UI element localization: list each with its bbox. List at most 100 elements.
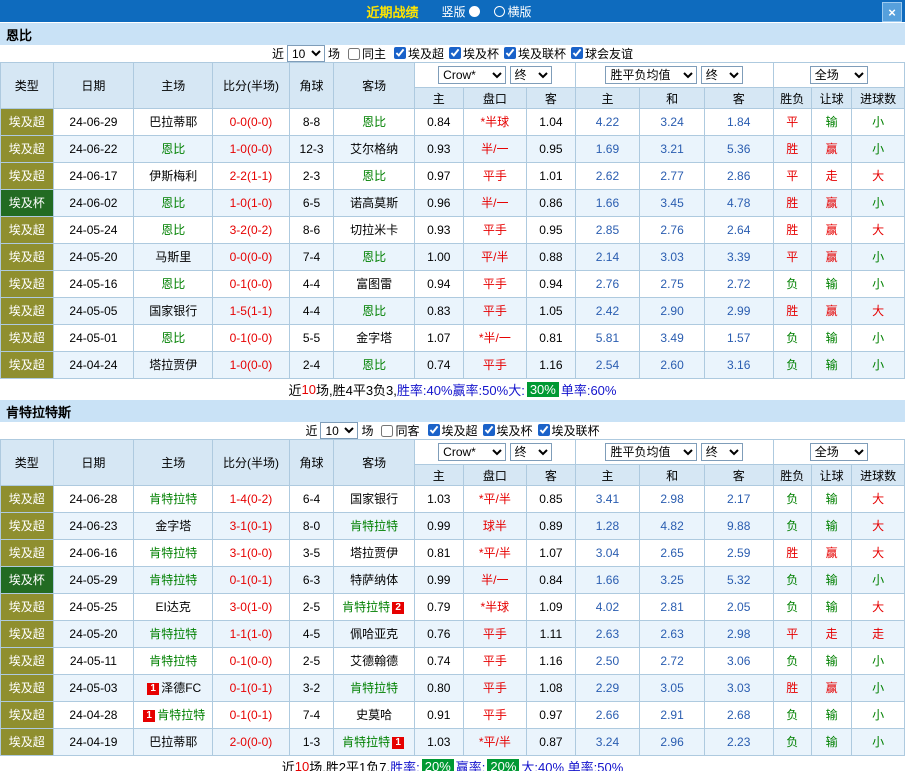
away-team-cell[interactable]: 肯特拉特 xyxy=(334,675,415,702)
league-checkbox[interactable] xyxy=(538,424,550,436)
europe-odds-select[interactable]: 胜平负均值 xyxy=(605,66,697,84)
result-handicap: 赢 xyxy=(811,540,851,567)
home-team-cell[interactable]: 肯特拉特 xyxy=(134,567,213,594)
league-filter[interactable]: 埃及联杯 xyxy=(533,422,600,439)
away-team-cell[interactable]: 恩比 xyxy=(334,109,415,136)
asia-time-select[interactable]: 终 xyxy=(510,443,552,461)
match-row: 埃及超24-06-29巴拉蒂耶0-0(0-0)8-8恩比0.84*半球1.044… xyxy=(1,109,905,136)
result-wdl: 负 xyxy=(773,702,811,729)
recent-count-select[interactable]: 10 xyxy=(287,45,325,62)
scope-select[interactable]: 全场 xyxy=(810,66,868,84)
date-cell: 24-04-24 xyxy=(53,352,134,379)
league-filter[interactable]: 埃及杯 xyxy=(478,422,533,439)
away-team-name: 恩比 xyxy=(362,115,386,129)
away-team-cell[interactable]: 恩比 xyxy=(334,352,415,379)
away-team-cell[interactable]: 切拉米卡 xyxy=(334,217,415,244)
home-team-cell[interactable]: 恩比 xyxy=(134,217,213,244)
away-team-cell[interactable]: 肯特拉特1 xyxy=(334,729,415,756)
asia-away-odds: 0.86 xyxy=(527,190,575,217)
league-checkbox[interactable] xyxy=(571,47,583,59)
match-row: 埃及超24-05-031泽德FC0-1(0-1)3-2肯特拉特0.80平手1.0… xyxy=(1,675,905,702)
away-team-cell[interactable]: 金字塔 xyxy=(334,325,415,352)
home-team-cell[interactable]: 巴拉蒂耶 xyxy=(134,729,213,756)
away-team-cell[interactable]: 国家银行 xyxy=(334,486,415,513)
home-team-cell[interactable]: 国家银行 xyxy=(134,298,213,325)
same-venue-checkbox[interactable] xyxy=(381,425,393,437)
home-team-cell[interactable]: EI达克 xyxy=(134,594,213,621)
league-checkbox[interactable] xyxy=(483,424,495,436)
home-team-cell[interactable]: 伊斯梅利 xyxy=(134,163,213,190)
col-date: 日期 xyxy=(53,440,134,486)
away-team-cell[interactable]: 诺高莫斯 xyxy=(334,190,415,217)
match-row: 埃及超24-05-05国家银行1-5(1-1)4-4恩比0.83平手1.052.… xyxy=(1,298,905,325)
result-goals: 大 xyxy=(852,594,905,621)
layout-option-horizontal[interactable]: 横版 xyxy=(494,3,532,20)
league-filter[interactable]: 球会友谊 xyxy=(566,45,633,62)
layout-option-vertical[interactable]: 竖版 xyxy=(441,3,479,20)
home-team-cell[interactable]: 恩比 xyxy=(134,271,213,298)
home-team-cell[interactable]: 恩比 xyxy=(134,136,213,163)
recent-count-select[interactable]: 10 xyxy=(320,422,358,439)
away-team-cell[interactable]: 佩哈亚克 xyxy=(334,621,415,648)
col-europe-draw: 和 xyxy=(640,465,705,486)
scope-select[interactable]: 全场 xyxy=(810,443,868,461)
home-team-name: 肯特拉特 xyxy=(149,546,197,560)
result-goals: 大 xyxy=(852,513,905,540)
away-team-cell[interactable]: 恩比 xyxy=(334,298,415,325)
result-handicap: 输 xyxy=(811,513,851,540)
home-team-cell[interactable]: 1泽德FC xyxy=(134,675,213,702)
away-team-cell[interactable]: 恩比 xyxy=(334,244,415,271)
europe-home-odds: 1.66 xyxy=(575,190,640,217)
home-team-cell[interactable]: 1肯特拉特 xyxy=(134,702,213,729)
score-cell: 0-1(0-0) xyxy=(213,271,290,298)
summary-part: 胜率:40% xyxy=(397,380,453,399)
home-team-cell[interactable]: 肯特拉特 xyxy=(134,486,213,513)
league-checkbox[interactable] xyxy=(449,47,461,59)
away-team-cell[interactable]: 肯特拉特 xyxy=(334,513,415,540)
league-filter[interactable]: 埃及杯 xyxy=(444,45,499,62)
home-team-cell[interactable]: 肯特拉特 xyxy=(134,648,213,675)
scope-controls: 全场 xyxy=(773,440,904,465)
same-venue-checkbox[interactable] xyxy=(348,48,360,60)
match-row: 埃及超24-06-17伊斯梅利2-2(1-1)2-3恩比0.97平手1.012.… xyxy=(1,163,905,190)
league-checkbox[interactable] xyxy=(394,47,406,59)
away-team-cell[interactable]: 艾德翰德 xyxy=(334,648,415,675)
home-team-cell[interactable]: 马斯里 xyxy=(134,244,213,271)
home-team-cell[interactable]: 肯特拉特 xyxy=(134,540,213,567)
away-team-cell[interactable]: 艾尔格纳 xyxy=(334,136,415,163)
home-team-cell[interactable]: 肯特拉特 xyxy=(134,621,213,648)
home-team-cell[interactable]: 金字塔 xyxy=(134,513,213,540)
same-venue-filter[interactable]: 同主 xyxy=(343,45,386,62)
match-row: 埃及杯24-05-29肯特拉特0-1(0-1)6-3特萨纳体0.99半/一0.8… xyxy=(1,567,905,594)
home-team-cell[interactable]: 恩比 xyxy=(134,325,213,352)
europe-time-select[interactable]: 终 xyxy=(701,66,743,84)
league-filter[interactable]: 埃及超 xyxy=(389,45,444,62)
corner-cell: 8-8 xyxy=(289,109,333,136)
home-team-name: 恩比 xyxy=(161,142,185,156)
league-filter[interactable]: 埃及超 xyxy=(423,422,478,439)
home-team-cell[interactable]: 巴拉蒂耶 xyxy=(134,109,213,136)
col-type: 类型 xyxy=(1,440,54,486)
same-venue-filter[interactable]: 同客 xyxy=(376,422,419,439)
away-team-cell[interactable]: 史莫哈 xyxy=(334,702,415,729)
away-team-cell[interactable]: 富图雷 xyxy=(334,271,415,298)
league-checkbox[interactable] xyxy=(504,47,516,59)
league-filter[interactable]: 埃及联杯 xyxy=(499,45,566,62)
score-cell: 2-2(1-1) xyxy=(213,163,290,190)
europe-time-select[interactable]: 终 xyxy=(701,443,743,461)
europe-odds-select[interactable]: 胜平负均值 xyxy=(605,443,697,461)
away-team-cell[interactable]: 特萨纳体 xyxy=(334,567,415,594)
asia-time-select[interactable]: 终 xyxy=(510,66,552,84)
odds-company-select[interactable]: Crow* xyxy=(438,66,506,84)
away-team-cell[interactable]: 塔拉贾伊 xyxy=(334,540,415,567)
odds-company-select[interactable]: Crow* xyxy=(438,443,506,461)
away-team-cell[interactable]: 肯特拉特2 xyxy=(334,594,415,621)
away-team-cell[interactable]: 恩比 xyxy=(334,163,415,190)
league-checkbox[interactable] xyxy=(428,424,440,436)
date-cell: 24-05-03 xyxy=(53,675,134,702)
close-button[interactable]: × xyxy=(882,2,902,22)
home-team-cell[interactable]: 恩比 xyxy=(134,190,213,217)
summary-part: 近 xyxy=(282,757,295,771)
home-team-cell[interactable]: 塔拉贾伊 xyxy=(134,352,213,379)
result-wdl: 负 xyxy=(773,594,811,621)
